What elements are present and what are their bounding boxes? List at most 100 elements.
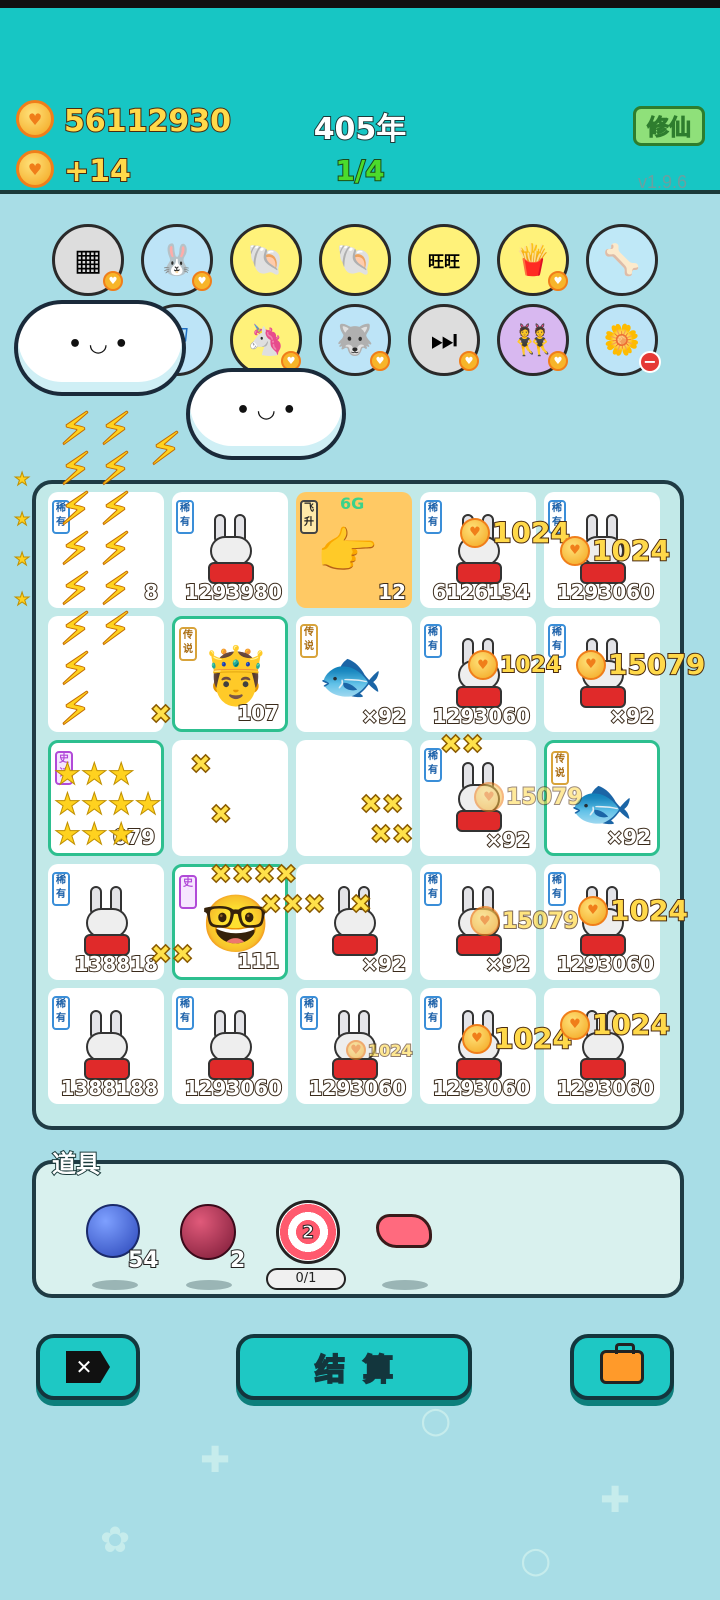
koi-fish-icon: 🐟 — [318, 647, 383, 707]
board-cell[interactable]: 稀有 1293060 — [172, 988, 288, 1104]
shell-icon[interactable]: 🐚 — [319, 224, 391, 296]
settle-button[interactable]: 结算 — [236, 1334, 472, 1400]
board-cell[interactable]: 稀有 1388188 — [48, 988, 164, 1104]
king-character-icon: 🤴 — [201, 644, 271, 709]
sugar-cubes-icon[interactable]: ▦ ♥ — [52, 224, 124, 296]
husky-icon[interactable]: 🐺 ♥ — [319, 304, 391, 376]
mini-coin-icon: ♥ — [370, 351, 390, 371]
cell-value: 1293060 — [556, 951, 655, 977]
cell-value: ×92 — [484, 827, 531, 853]
rarity-tag: 稀有 — [176, 996, 194, 1030]
rarity-tag: 稀有 — [548, 872, 566, 906]
sparkle-x-icon: ✖✖ — [149, 939, 194, 971]
version-label: v1.9.6 — [638, 172, 688, 192]
rarity-tag: 稀有 — [424, 872, 442, 906]
rarity-tag: 稀有 — [424, 500, 442, 534]
cloud-face-icon: • ◡ • — [236, 398, 297, 423]
cell-value: ×92 — [484, 951, 531, 977]
target-prop[interactable]: 2 0/1 — [266, 1200, 346, 1290]
coin-icon: ♥ — [578, 895, 608, 926]
props-title: 道具 — [51, 1149, 101, 1179]
cell-value: 107 — [236, 700, 280, 726]
sparkle-x-icon: ✖✖ — [369, 819, 414, 851]
sparkle-x-icon: ✖ — [349, 889, 372, 921]
bunny-icon[interactable]: 🐰 ♥ — [141, 224, 213, 296]
clear-button[interactable]: ✕ — [36, 1334, 140, 1400]
sparkle-x-icon: ✖ — [209, 799, 232, 831]
coin-rate: +14 — [63, 153, 132, 190]
floating-reward: ♥ 15079 — [576, 647, 706, 682]
stars-effect-icon: ★ ★ ★ ★ — [13, 469, 31, 611]
board-cell[interactable]: 稀有 6126134 — [420, 492, 536, 608]
dog-bowl-icon[interactable]: 🦴 — [586, 224, 658, 296]
bunny-character-icon — [206, 514, 256, 586]
lightning-effect-icon: ⚡ ⚡ ⚡ ⚡ ⚡ ⚡ ⚡ ⚡ — [59, 404, 92, 735]
sparkle-x-icon: ✖✖ — [359, 789, 404, 821]
cell-value: ×92 — [360, 703, 407, 729]
cell-value: 1293980 — [184, 579, 283, 605]
briefcase-icon — [600, 1343, 644, 1384]
inventory-button[interactable] — [570, 1334, 674, 1400]
bunny-character-icon — [206, 1010, 256, 1082]
fries-icon[interactable]: 🍟 ♥ — [497, 224, 569, 296]
floating-reward: ♥ 1024 — [560, 533, 671, 568]
floating-reward: ♥ 1024 — [460, 515, 571, 550]
rarity-tag: 稀有 — [176, 500, 194, 534]
board-cell[interactable]: 稀有 1293980 — [172, 492, 288, 608]
skip-icon[interactable]: ⏭ ♥ — [408, 304, 480, 376]
liver-prop[interactable] — [370, 1204, 440, 1290]
mini-coin-icon: ♥ — [459, 351, 479, 371]
board-cell[interactable]: 稀有 138818 — [48, 864, 164, 980]
lychee-icon — [180, 1204, 236, 1260]
lightning-effect-icon: ⚡ ⚡ ⚡ ⚡ ⚡ ⚡ — [99, 404, 132, 655]
mini-coin-icon: ♥ — [548, 351, 568, 371]
coin-rate-icon: ♥ — [16, 150, 54, 188]
board-cell[interactable]: 传说 🐟 ×92 — [296, 616, 412, 732]
sparkle-x-icon: ✖✖✖ — [259, 889, 326, 921]
pointing-hand-icon: 👉 — [316, 522, 379, 580]
cell-value: ×92 — [605, 824, 652, 850]
shell-icon[interactable]: 🐚 — [230, 224, 302, 296]
cultivate-button[interactable]: 修仙 — [633, 106, 705, 146]
cloud-face-icon: • ◡ • — [68, 332, 129, 357]
flower-pot-icon[interactable]: 🌼 − — [586, 304, 661, 376]
cell-value: 1293060 — [556, 1075, 655, 1101]
floating-reward: ♥ 1024 — [462, 1021, 573, 1056]
rarity-tag: 稀有 — [300, 996, 318, 1030]
board-cell[interactable]: ×92 — [296, 864, 412, 980]
rarity-tag: 传说 — [179, 627, 197, 661]
liver-icon — [376, 1214, 432, 1248]
stage-progress: 1/4 — [334, 153, 385, 188]
coin-icon: ♥ — [468, 650, 498, 680]
badge-6g: 6G — [340, 494, 365, 513]
unicorn-icon[interactable]: 🦄 ♥ — [230, 304, 302, 376]
mini-coin-icon: ♥ — [192, 271, 212, 291]
board-cell[interactable]: 传说 🤴 107 — [172, 616, 288, 732]
stars-effect-icon: ★★★ ★★★★ ★★★ — [54, 757, 163, 852]
target-progress: 0/1 — [266, 1268, 346, 1290]
blueberry-prop[interactable]: 54 — [80, 1204, 160, 1290]
coin-icon: ♥ — [474, 782, 504, 812]
sparkle-x-icon: ✖ — [149, 699, 172, 731]
minus-icon: − — [639, 351, 661, 373]
cell-value: 1388188 — [60, 1075, 159, 1101]
rarity-tag: 稀有 — [424, 624, 442, 658]
bunny-character-icon — [82, 1010, 132, 1082]
board-cell[interactable]: 飞升 6G 👉 12 — [296, 492, 412, 608]
cell-value: ×92 — [360, 951, 407, 977]
target-icon: 2 — [276, 1200, 340, 1264]
cell-value: ×92 — [608, 703, 655, 729]
bg-cross-deco: ✚ — [200, 1440, 231, 1481]
wang-tiles-icon[interactable]: 旺旺 — [408, 224, 480, 296]
coin-icon: ♥ — [346, 1040, 366, 1060]
settle-label: 结算 — [314, 1352, 411, 1389]
mini-coin-icon: ♥ — [548, 271, 568, 291]
twins-icon[interactable]: 👯 ♥ — [497, 304, 569, 376]
cell-value: 1293060 — [432, 703, 531, 729]
lightning-effect-icon: ⚡ — [149, 424, 182, 475]
props-panel: 54 2 2 0/1 — [32, 1160, 684, 1298]
year-counter: 405年 — [313, 111, 408, 148]
lychee-prop[interactable]: 2 — [174, 1204, 246, 1290]
floating-reward: ♥ 15079 — [474, 782, 584, 812]
skill-icons-row-1: ▦ ♥ 🐰 ♥ 🐚 🐚 旺旺 🍟 ♥ 🦴 — [0, 224, 720, 300]
